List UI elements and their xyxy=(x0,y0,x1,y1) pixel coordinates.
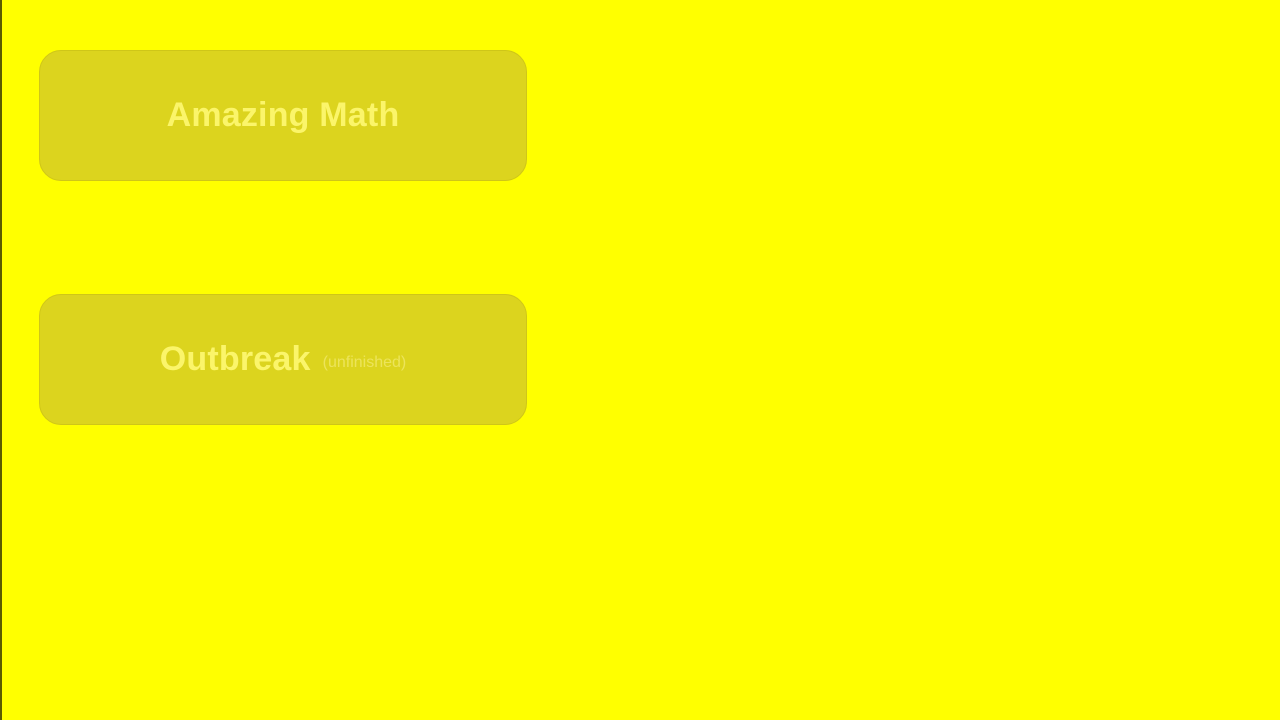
outbreak-button[interactable]: Outbreak (unfinished) xyxy=(39,294,527,425)
amazing-math-button[interactable]: Amazing Math xyxy=(39,50,527,181)
amazing-math-label: Amazing Math xyxy=(166,96,400,134)
window-left-edge xyxy=(0,0,2,720)
outbreak-status-note: (unfinished) xyxy=(322,353,407,371)
outbreak-label: Outbreak xyxy=(159,340,311,378)
